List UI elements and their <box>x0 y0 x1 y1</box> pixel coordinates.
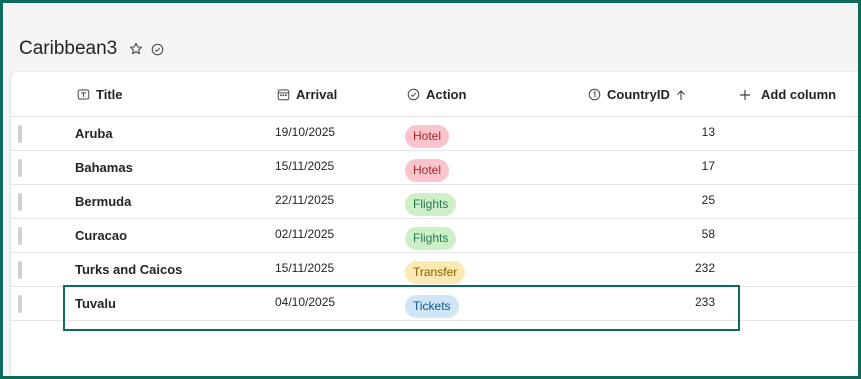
row-country-id: 25 <box>701 193 715 207</box>
table-row[interactable]: Tuvalu 04/10/2025 Tickets 233 <box>11 287 859 321</box>
column-header-title[interactable]: Title <box>77 72 123 117</box>
row-grip[interactable] <box>18 261 22 279</box>
table-row[interactable]: Curacao 02/11/2025 Flights 58 <box>11 219 859 253</box>
check-circle-icon[interactable] <box>151 43 164 56</box>
table-row[interactable]: Turks and Caicos 15/11/2025 Transfer 232 <box>11 253 859 287</box>
row-country-id: 233 <box>694 295 715 309</box>
calendar-icon <box>277 88 290 101</box>
row-grip[interactable] <box>18 227 22 245</box>
row-grip[interactable] <box>18 159 22 177</box>
table-row[interactable]: Aruba 19/10/2025 Hotel 13 <box>11 117 859 151</box>
action-pill: Hotel <box>405 159 450 182</box>
column-header-title-label: Title <box>96 87 123 102</box>
star-icon[interactable] <box>129 42 143 56</box>
add-column-label: Add column <box>761 87 837 102</box>
row-title[interactable]: Curacao <box>75 228 127 243</box>
row-grip[interactable] <box>18 193 22 211</box>
arrow-up-icon <box>676 89 686 101</box>
row-country-id: 13 <box>701 125 715 139</box>
number-icon <box>588 88 601 101</box>
column-header-country-id-label: CountryID <box>607 87 670 102</box>
action-pill: Hotel <box>405 125 450 148</box>
column-header-row: Title Arrival Action CountryID Add colum… <box>11 72 859 117</box>
list-rows: Aruba 19/10/2025 Hotel 13 Bahamas 15/11/… <box>11 117 859 321</box>
column-header-arrival-label: Arrival <box>296 87 338 102</box>
row-grip[interactable] <box>18 125 22 143</box>
action-pill: Flights <box>405 193 457 216</box>
check-circle-icon <box>407 88 420 101</box>
row-country-id: 58 <box>701 227 715 241</box>
table-row[interactable]: Bermuda 22/11/2025 Flights 25 <box>11 185 859 219</box>
action-pill: Transfer <box>405 261 466 284</box>
row-arrival: 15/11/2025 <box>275 159 335 173</box>
plus-icon <box>739 89 751 101</box>
action-pill: Flights <box>405 227 457 250</box>
row-title[interactable]: Tuvalu <box>75 296 116 311</box>
row-title[interactable]: Bahamas <box>75 160 133 175</box>
action-pill: Tickets <box>405 295 459 318</box>
row-title[interactable]: Aruba <box>75 126 113 141</box>
row-title[interactable]: Turks and Caicos <box>75 262 182 277</box>
table-row[interactable]: Bahamas 15/11/2025 Hotel 17 <box>11 151 859 185</box>
add-column-button[interactable]: Add column <box>739 72 836 117</box>
list-grid: Title Arrival Action CountryID Add colum… <box>11 72 859 376</box>
list-title: Caribbean3 <box>19 38 118 59</box>
row-arrival: 22/11/2025 <box>275 193 335 207</box>
row-arrival: 15/11/2025 <box>275 261 335 275</box>
column-header-action[interactable]: Action <box>407 72 466 117</box>
row-title[interactable]: Bermuda <box>75 194 131 209</box>
text-icon <box>77 88 90 101</box>
row-arrival: 02/11/2025 <box>275 227 335 241</box>
row-grip[interactable] <box>18 295 22 313</box>
row-country-id: 232 <box>694 261 715 275</box>
column-header-action-label: Action <box>426 87 467 102</box>
column-header-country-id[interactable]: CountryID <box>588 72 686 117</box>
row-arrival: 04/10/2025 <box>275 295 336 309</box>
row-country-id: 17 <box>701 159 715 173</box>
column-header-arrival[interactable]: Arrival <box>277 72 337 117</box>
row-arrival: 19/10/2025 <box>275 125 336 139</box>
list-header: Caribbean3 <box>19 36 164 62</box>
